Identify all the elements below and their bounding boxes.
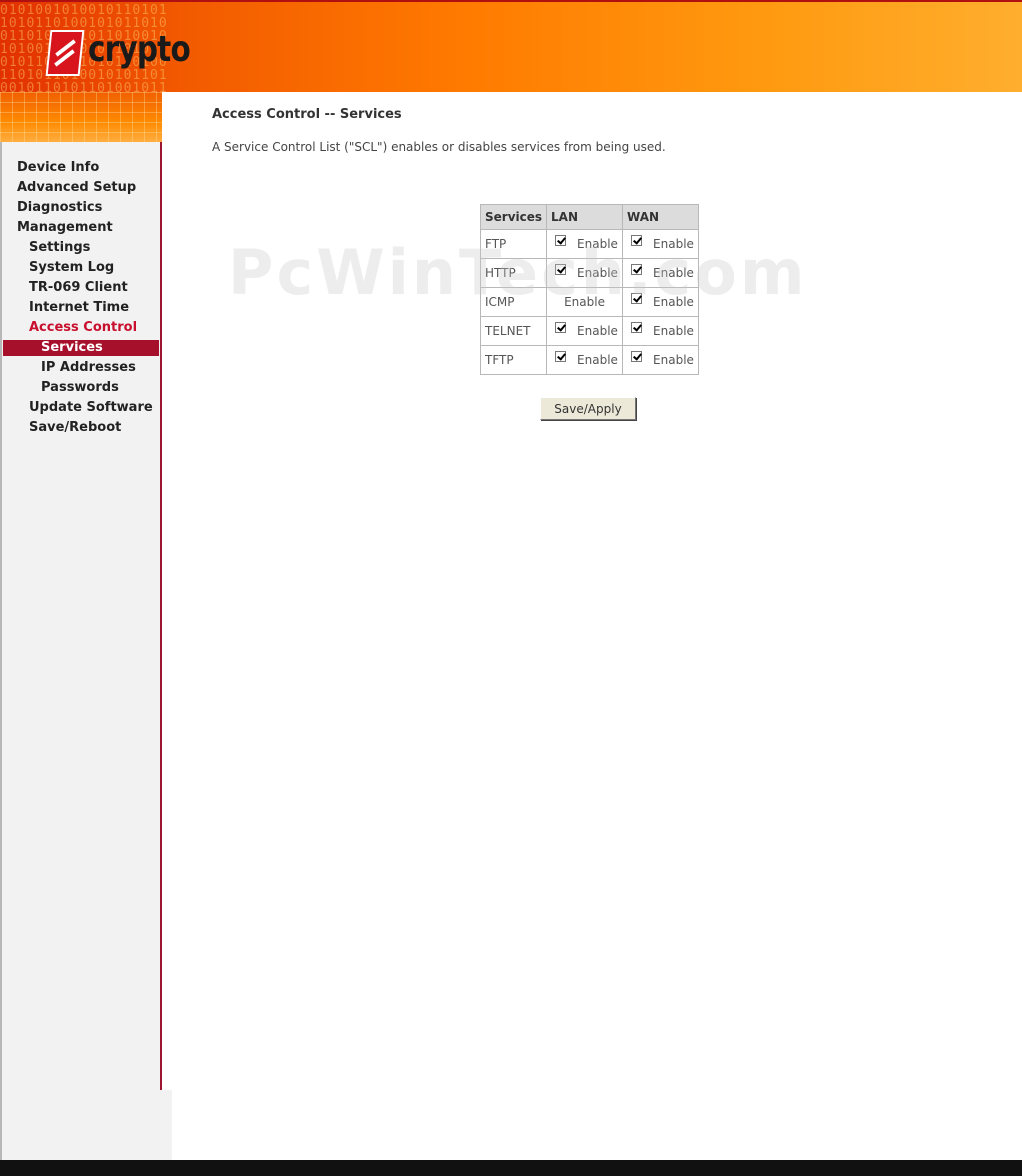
header-banner: 0101001010010110101 1010110100101011010 … [0, 0, 1022, 92]
lan-cell: Enable [547, 230, 623, 258]
wan-enable-checkbox[interactable] [631, 264, 643, 275]
lan-enable-checkbox[interactable] [555, 322, 567, 333]
lan-enable-checkbox[interactable] [555, 235, 567, 246]
sidebar-item-services[interactable]: Services [3, 340, 159, 356]
wan-enable-checkbox[interactable] [631, 351, 643, 362]
wan-cell: Enable [623, 346, 699, 374]
table-row: TELNET Enable Enable [481, 317, 699, 345]
table-row: FTP Enable Enable [481, 230, 699, 258]
service-name: TFTP [481, 346, 547, 374]
lan-cell: Enable [547, 317, 623, 345]
wan-cell: Enable [623, 317, 699, 345]
wan-cell: Enable [623, 259, 699, 287]
wan-enable-checkbox[interactable] [631, 235, 643, 246]
header-corner-decoration [0, 92, 162, 142]
enable-label: Enable [577, 237, 618, 251]
logo-text: crypto [88, 29, 191, 70]
wan-enable-checkbox[interactable] [631, 293, 643, 304]
table-row: TFTP Enable Enable [481, 346, 699, 374]
sidebar-item-passwords[interactable]: Passwords [3, 378, 159, 398]
sidebar-item-management[interactable]: Management [3, 218, 159, 238]
sidebar-item-ip-addresses[interactable]: IP Addresses [3, 358, 159, 378]
sidebar-nav: Device Info Advanced Setup Diagnostics Mana… [3, 158, 159, 438]
wan-cell: Enable [623, 230, 699, 258]
table-row: HTTP Enable Enable [481, 259, 699, 287]
enable-label: Enable [653, 295, 694, 309]
service-name: TELNET [481, 317, 547, 345]
sidebar-item-system-log[interactable]: System Log [3, 258, 159, 278]
sidebar-item-diagnostics[interactable]: Diagnostics [3, 198, 159, 218]
sidebar-item-access-control[interactable]: Access Control [3, 318, 159, 338]
sidebar-item-settings[interactable]: Settings [3, 238, 159, 258]
header-wan: WAN [623, 205, 699, 229]
lan-cell: Enable [547, 288, 623, 316]
sidebar-item-device-info[interactable]: Device Info [3, 158, 159, 178]
crypto-logo[interactable]: crypto [45, 30, 191, 76]
lan-cell: Enable [547, 346, 623, 374]
enable-label: Enable [653, 324, 694, 338]
enable-label: Enable [653, 266, 694, 280]
header-lan: LAN [547, 205, 623, 229]
service-name: HTTP [481, 259, 547, 287]
enable-label: Enable [653, 237, 694, 251]
service-name: FTP [481, 230, 547, 258]
lan-cell: Enable [547, 259, 623, 287]
sidebar-footer [2, 1090, 172, 1160]
sidebar-item-internet-time[interactable]: Internet Time [3, 298, 159, 318]
service-name: ICMP [481, 288, 547, 316]
lan-enable-checkbox[interactable] [555, 264, 567, 275]
page-description: A Service Control List ("SCL") enables o… [212, 140, 666, 154]
enable-label: Enable [653, 353, 694, 367]
enable-label: Enable [577, 324, 618, 338]
logo-mark-icon [45, 30, 85, 76]
lan-enable-checkbox[interactable] [555, 351, 567, 362]
page-title: Access Control -- Services [212, 107, 402, 122]
save-apply-button[interactable]: Save/Apply [540, 397, 636, 420]
content-rounded-corner [162, 92, 184, 114]
service-control-table: Services LAN WAN FTP Enable Enable HTTP Enab… [480, 204, 700, 375]
sidebar-item-tr-069-client[interactable]: TR-069 Client [3, 278, 159, 298]
sidebar-item-advanced-setup[interactable]: Advanced Setup [3, 178, 159, 198]
wan-enable-checkbox[interactable] [631, 322, 643, 333]
sidebar-item-save-reboot[interactable]: Save/Reboot [3, 418, 159, 438]
table-row: ICMP Enable Enable [481, 288, 699, 316]
enable-label: Enable [577, 353, 618, 367]
enable-label: Enable [564, 295, 605, 309]
footer-bar [0, 1160, 1022, 1176]
table-header-row: Services LAN WAN [481, 205, 699, 229]
wan-cell: Enable [623, 288, 699, 316]
sidebar-item-update-software[interactable]: Update Software [3, 398, 159, 418]
header-top-line [0, 0, 1022, 2]
header-services: Services [481, 205, 547, 229]
enable-label: Enable [577, 266, 618, 280]
